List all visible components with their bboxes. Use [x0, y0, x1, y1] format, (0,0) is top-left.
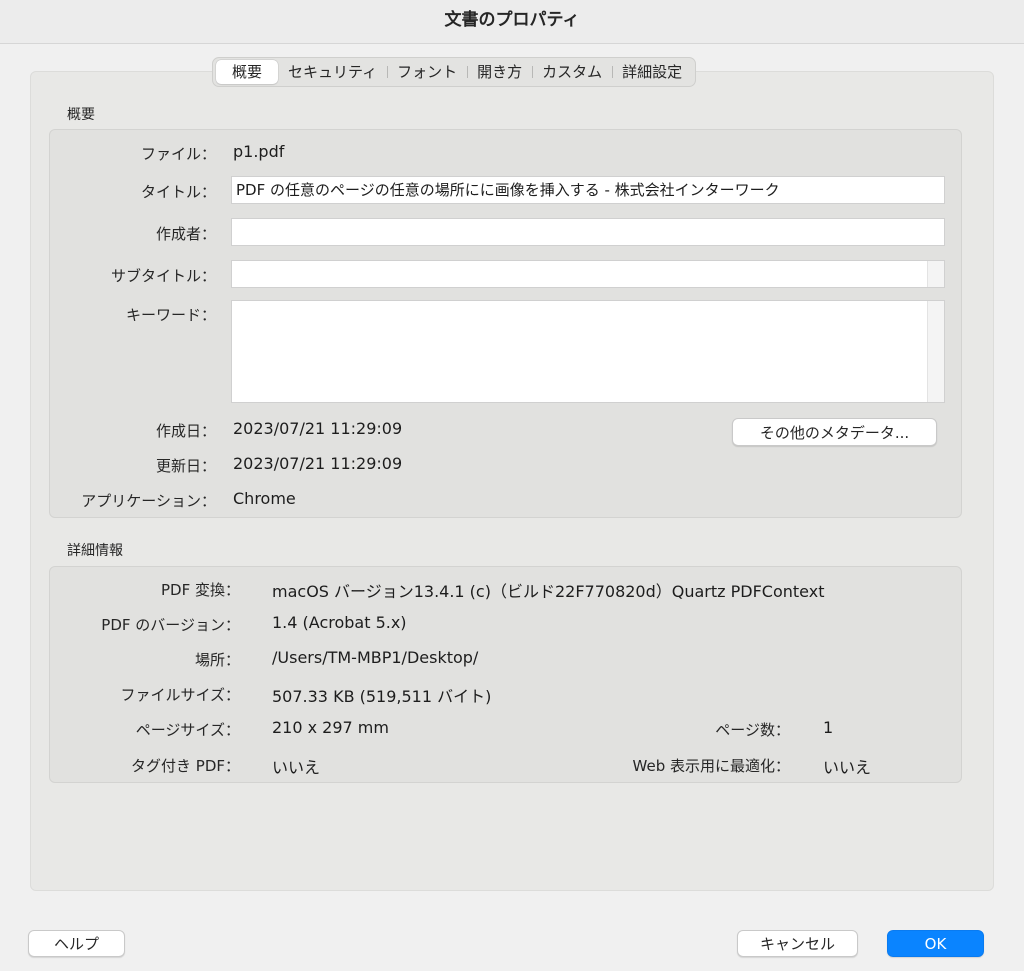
author-field[interactable]	[231, 218, 945, 246]
pagecount-label: ページ数：	[715, 721, 790, 739]
title-label: タイトル：	[140, 183, 216, 201]
location-label: 場所：	[194, 651, 240, 669]
fast-web-view-label: Web 表示用に最適化：	[632, 757, 790, 775]
subject-label: サブタイトル：	[110, 267, 216, 285]
modified-label: 更新日：	[155, 457, 216, 475]
author-label: 作成者：	[155, 225, 216, 243]
file-value: p1.pdf	[233, 142, 285, 161]
created-label: 作成日：	[155, 422, 216, 440]
tab-overview[interactable]: 概要	[216, 60, 279, 84]
producer-value: macOS バージョン13.4.1 (c)（ビルド22F770820d）Quar…	[272, 582, 825, 601]
pagecount-value: 1	[823, 718, 834, 737]
tab-security[interactable]: セキュリティ	[278, 60, 387, 84]
created-value: 2023/07/21 11:29:09	[233, 419, 403, 438]
fast-web-view-value: いいえ	[823, 758, 872, 777]
title-field[interactable]: PDF の任意のページの任意の場所にに画像を挿入する - 株式会社インターワーク	[231, 176, 945, 204]
producer-label: PDF 変換：	[161, 581, 240, 599]
tab-fonts[interactable]: フォント	[387, 60, 467, 84]
file-label: ファイル：	[140, 145, 216, 163]
keywords-label: キーワード：	[125, 306, 216, 324]
overview-section-title: 概要	[67, 107, 95, 123]
keywords-field[interactable]	[231, 300, 945, 403]
ok-button[interactable]: OK	[887, 930, 984, 957]
tab-custom[interactable]: カスタム	[532, 60, 612, 84]
tab-bar: 概要 セキュリティ フォント 開き方 カスタム 詳細設定	[212, 57, 697, 87]
details-section-title: 詳細情報	[67, 543, 123, 559]
application-value: Chrome	[233, 489, 296, 508]
tagged-pdf-label: タグ付き PDF：	[131, 757, 240, 775]
keywords-scrollbar[interactable]	[927, 301, 944, 402]
pdf-version-label: PDF のバージョン：	[101, 616, 240, 634]
subject-field[interactable]	[231, 260, 945, 288]
more-metadata-button[interactable]: その他のメタデータ...	[732, 418, 937, 446]
pdf-version-value: 1.4 (Acrobat 5.x)	[272, 613, 407, 632]
cancel-button[interactable]: キャンセル	[737, 930, 858, 957]
pagesize-label: ページサイズ：	[135, 721, 240, 739]
tab-initial-view[interactable]: 開き方	[467, 60, 532, 84]
tab-advanced[interactable]: 詳細設定	[612, 60, 692, 84]
window-title: 文書のプロパティ	[0, 0, 1024, 44]
subject-scrollbar[interactable]	[927, 261, 944, 287]
filesize-value: 507.33 KB (519,511 バイト)	[272, 687, 492, 706]
application-label: アプリケーション：	[81, 492, 216, 510]
filesize-label: ファイルサイズ：	[120, 686, 240, 704]
location-value: /Users/TM-MBP1/Desktop/	[272, 648, 479, 667]
modified-value: 2023/07/21 11:29:09	[233, 454, 403, 473]
tagged-pdf-value: いいえ	[272, 758, 321, 777]
help-button[interactable]: ヘルプ	[28, 930, 125, 957]
pagesize-value: 210 x 297 mm	[272, 718, 389, 737]
